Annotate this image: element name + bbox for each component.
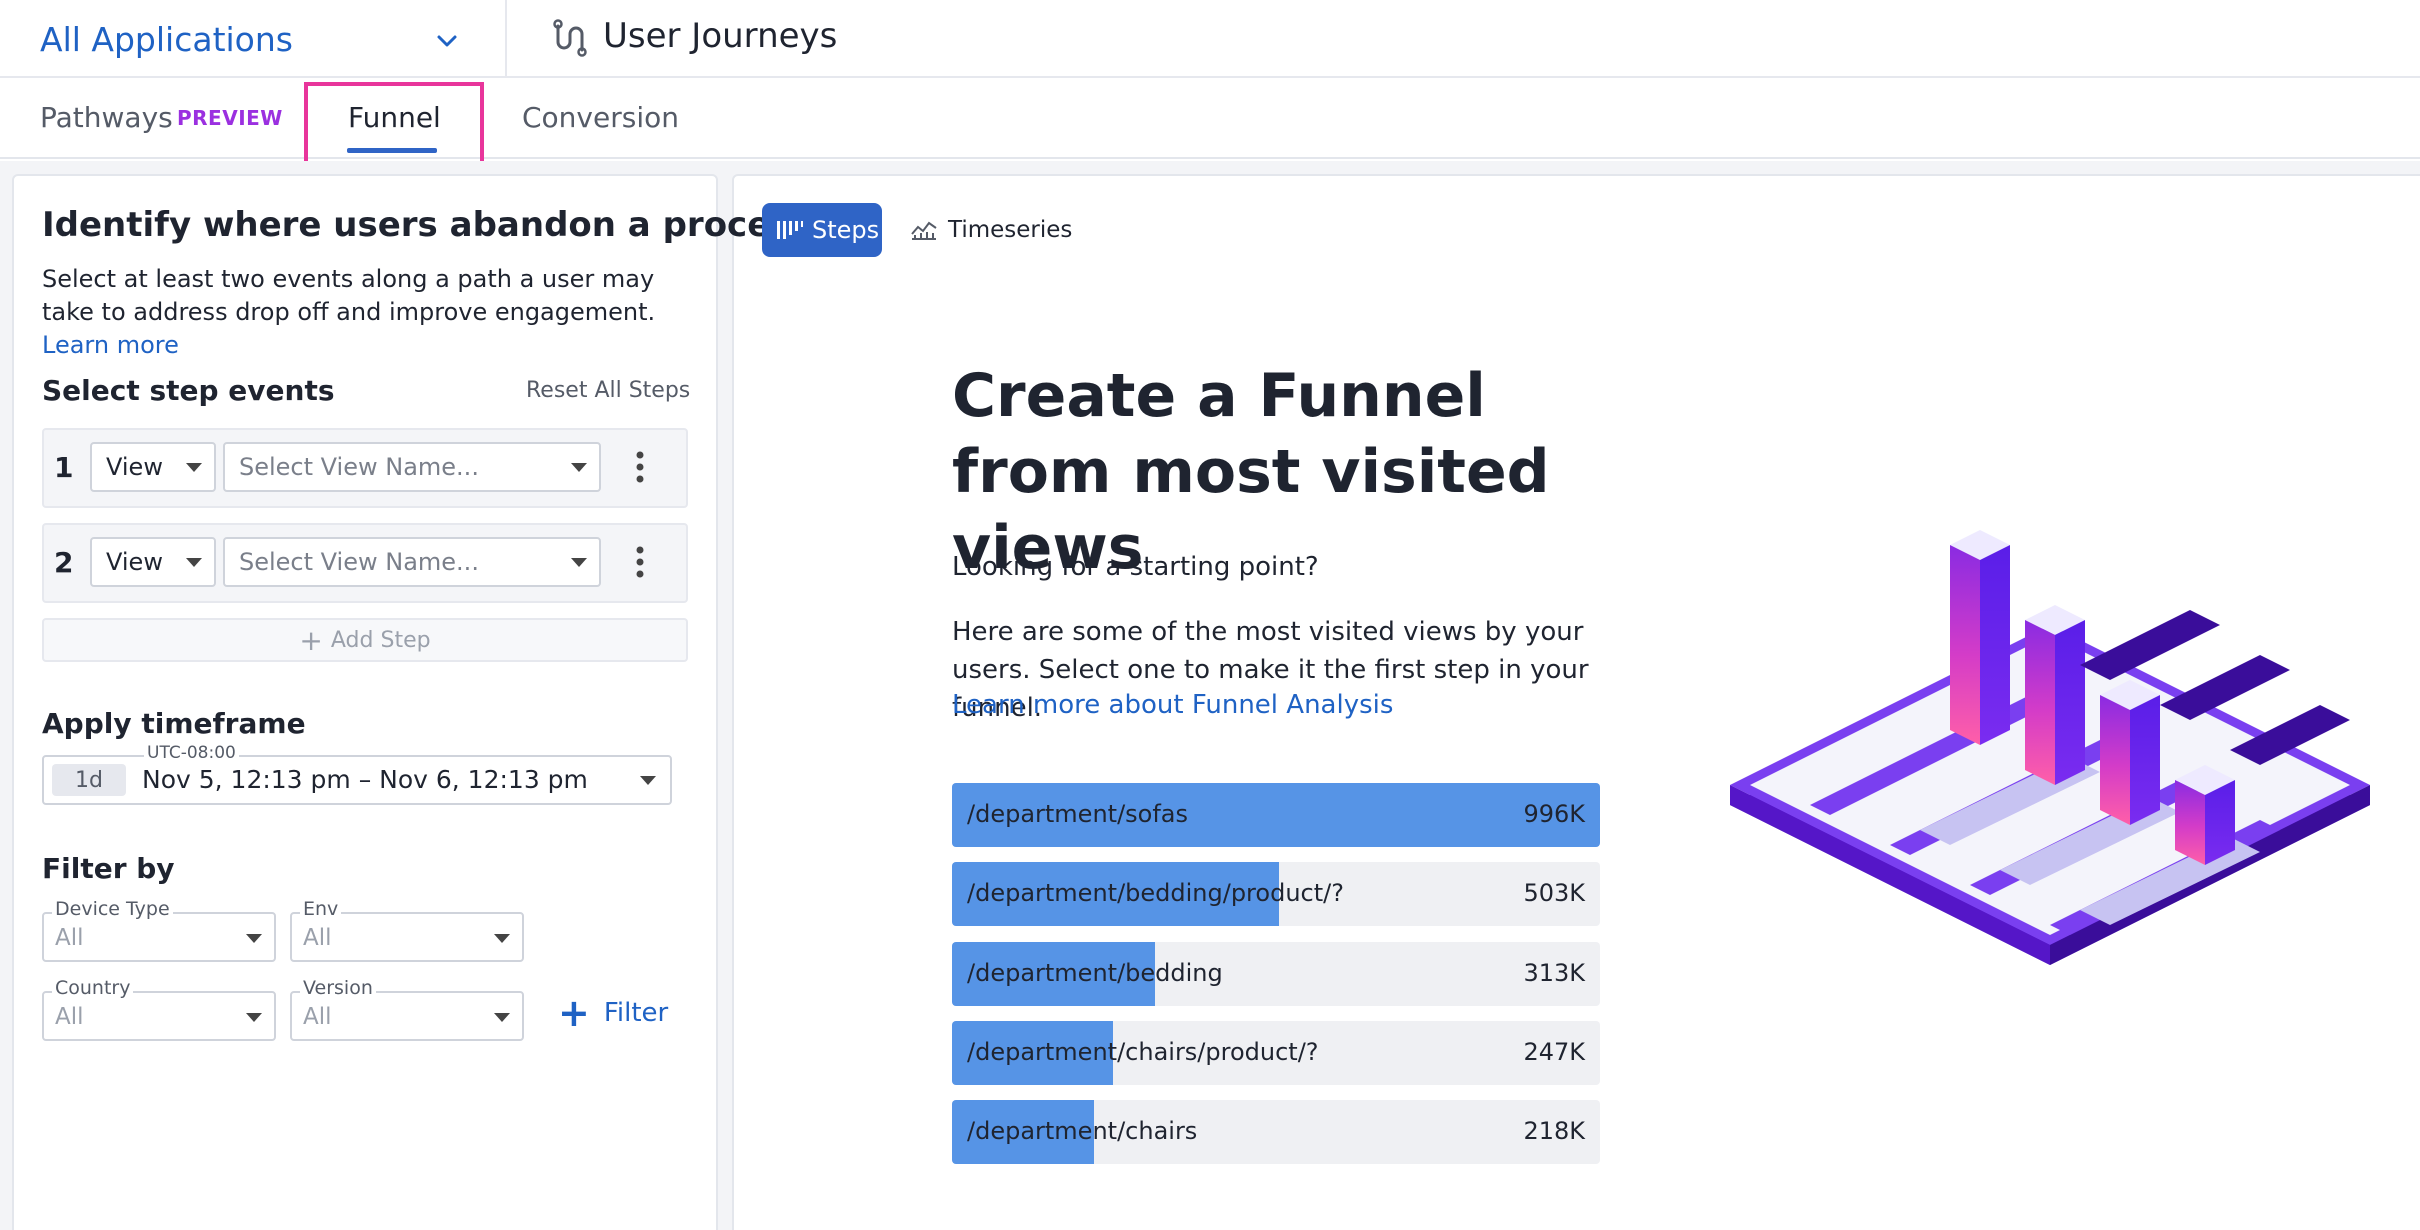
top-view-item[interactable]: /department/chairs/product/? 247K xyxy=(952,1021,1600,1085)
filter-value: All xyxy=(55,925,84,951)
view-count: 247K xyxy=(1523,1038,1585,1066)
tab-pathways[interactable]: Pathways xyxy=(40,101,173,134)
steps-section-title: Select step events xyxy=(42,374,335,407)
filter-section-title: Filter by xyxy=(42,852,175,885)
filter-label: Device Type xyxy=(52,898,173,920)
page-title: User Journeys xyxy=(603,16,838,56)
add-filter-button[interactable]: + Filter xyxy=(558,991,668,1035)
steps-view-button[interactable]: Steps xyxy=(762,203,882,257)
tab-highlight-box xyxy=(304,82,484,172)
caret-down-icon xyxy=(246,934,262,943)
timeframe-chip: 1d xyxy=(52,764,126,796)
view-name-select[interactable]: Select View Name... xyxy=(223,442,601,492)
view-path: /department/bedding/product/? xyxy=(967,879,1344,907)
event-type-select[interactable]: View xyxy=(90,537,216,587)
filter-label: Env xyxy=(300,898,342,920)
view-count: 313K xyxy=(1523,959,1585,987)
filter-value: All xyxy=(55,1004,84,1030)
caret-down-icon xyxy=(640,776,656,785)
view-path: /department/bedding xyxy=(967,959,1223,987)
caret-down-icon xyxy=(571,558,587,567)
timeframe-range: Nov 5, 12:13 pm – Nov 6, 12:13 pm xyxy=(142,765,588,794)
header-divider xyxy=(505,0,507,78)
caret-down-icon xyxy=(186,463,202,472)
more-options-icon[interactable] xyxy=(630,447,650,487)
view-path: /department/chairs/product/? xyxy=(967,1038,1319,1066)
filter-label: Version xyxy=(300,977,376,999)
view-path: /department/chairs xyxy=(967,1117,1198,1145)
plus-icon: + xyxy=(299,623,323,657)
timeseries-chart-icon xyxy=(911,221,937,240)
top-view-item[interactable]: /department/sofas 996K xyxy=(952,783,1600,847)
caret-down-icon xyxy=(494,1013,510,1022)
add-step-button[interactable]: + Add Step xyxy=(42,618,688,662)
panel-description: Select at least two events along a path … xyxy=(42,265,656,359)
view-path: /department/sofas xyxy=(967,800,1189,828)
timeseries-view-button[interactable]: Timeseries xyxy=(910,212,1072,248)
timeframe-section-title: Apply timeframe xyxy=(42,707,306,740)
view-count: 218K xyxy=(1523,1117,1585,1145)
view-name-select[interactable]: Select View Name... xyxy=(223,537,601,587)
filter-value: All xyxy=(303,925,332,951)
funnel-illustration xyxy=(1730,530,2370,965)
view-count: 503K xyxy=(1523,879,1585,907)
top-header xyxy=(0,0,2420,78)
filter-value: All xyxy=(303,1004,332,1030)
learn-more-link[interactable]: Learn more xyxy=(42,331,179,359)
empty-state-subtitle: Looking for a starting point? xyxy=(952,552,1319,582)
step-number: 1 xyxy=(54,451,74,484)
steps-bars-icon xyxy=(777,221,803,239)
chevron-down-icon[interactable] xyxy=(430,24,464,58)
view-count: 996K xyxy=(1523,800,1585,828)
reset-all-steps-button[interactable]: Reset All Steps xyxy=(526,378,690,403)
step-number: 2 xyxy=(54,546,74,579)
top-view-item[interactable]: /department/chairs 218K xyxy=(952,1100,1600,1164)
caret-down-icon xyxy=(494,934,510,943)
timezone-label: UTC-08:00 xyxy=(144,743,239,763)
plus-icon: + xyxy=(558,991,590,1035)
tab-conversion[interactable]: Conversion xyxy=(522,101,679,134)
funnel-analysis-link[interactable]: Learn more about Funnel Analysis xyxy=(952,690,1393,720)
caret-down-icon xyxy=(186,558,202,567)
more-options-icon[interactable] xyxy=(630,542,650,582)
preview-badge: PREVIEW xyxy=(177,106,283,130)
top-view-item[interactable]: /department/bedding 313K xyxy=(952,942,1600,1006)
caret-down-icon xyxy=(571,463,587,472)
event-type-select[interactable]: View xyxy=(90,442,216,492)
application-selector[interactable]: All Applications xyxy=(40,16,293,62)
filter-label: Country xyxy=(52,977,134,999)
caret-down-icon xyxy=(246,1013,262,1022)
top-view-item[interactable]: /department/bedding/product/? 503K xyxy=(952,862,1600,926)
panel-heading: Identify where users abandon a process xyxy=(42,205,811,245)
user-journeys-icon xyxy=(553,19,587,57)
